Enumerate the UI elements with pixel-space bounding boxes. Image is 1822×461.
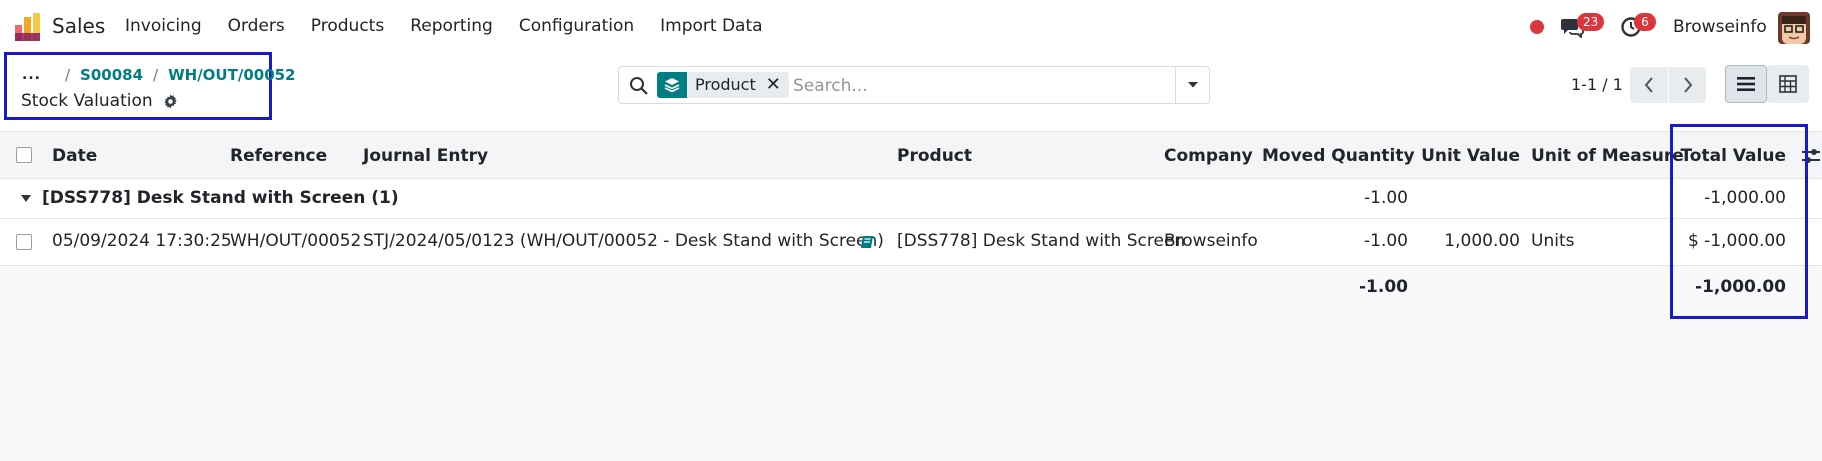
row-checkbox[interactable] <box>16 234 32 250</box>
messages-badge: 23 <box>1577 13 1605 31</box>
caret-down-icon <box>1187 82 1198 88</box>
footer-moved-quantity-total: -1.00 <box>1359 277 1408 297</box>
cell-uom: Units <box>1531 231 1575 251</box>
column-header-company[interactable]: Company <box>1164 146 1253 166</box>
layers-icon <box>657 72 687 98</box>
top-navbar: Sales Invoicing Orders Products Reportin… <box>0 0 1822 56</box>
list-view-button[interactable] <box>1725 65 1767 103</box>
breadcrumb: ... / S00084 / WH/OUT/00052 <box>22 66 296 84</box>
group-moved-quantity: -1.00 <box>1364 188 1408 208</box>
pager-value[interactable]: 1-1 / 1 <box>1571 75 1623 94</box>
activities-badge: 6 <box>1634 13 1656 31</box>
menu-configuration[interactable]: Configuration <box>519 16 634 36</box>
search-facet: Product ✕ <box>657 72 789 98</box>
menu-import-data[interactable]: Import Data <box>660 16 762 36</box>
search-input[interactable] <box>793 74 1173 98</box>
group-row[interactable]: [DSS778] Desk Stand with Screen (1) -1.0… <box>0 179 1822 219</box>
breadcrumb-separator: / <box>153 66 159 84</box>
avatar[interactable] <box>1778 12 1810 44</box>
cell-moved-quantity: -1.00 <box>1364 231 1408 251</box>
column-header-uom[interactable]: Unit of Measure <box>1531 146 1684 166</box>
main-menu: Invoicing Orders Products Reporting Conf… <box>125 16 789 36</box>
cell-company: Browseinfo <box>1164 231 1258 251</box>
search-facet-label-container: Product ✕ <box>687 72 789 98</box>
user-name[interactable]: Browseinfo <box>1673 17 1767 37</box>
column-header-journal-entry[interactable]: Journal Entry <box>363 146 488 166</box>
gear-icon[interactable] <box>163 93 178 109</box>
breadcrumb-separator: / <box>64 66 71 84</box>
menu-reporting[interactable]: Reporting <box>410 16 493 36</box>
cell-date: 05/09/2024 17:30:25 <box>52 231 232 251</box>
pivot-table-icon <box>1779 75 1797 93</box>
pager-next-button[interactable] <box>1668 67 1706 103</box>
cell-product: [DSS778] Desk Stand with Screen <box>897 231 1186 251</box>
search-bar: Product ✕ <box>618 66 1210 104</box>
column-header-reference[interactable]: Reference <box>230 146 327 166</box>
page-title: Stock Valuation <box>21 91 153 111</box>
total-value-highlight-box <box>1670 124 1808 319</box>
remove-facet-icon[interactable]: ✕ <box>766 72 781 98</box>
column-header-product[interactable]: Product <box>897 146 972 166</box>
cell-journal-entry: STJ/2024/05/0123 (WH/OUT/00052 - Desk St… <box>363 231 884 251</box>
select-all-checkbox[interactable] <box>16 147 32 163</box>
menu-products[interactable]: Products <box>311 16 384 36</box>
pivot-view-button[interactable] <box>1767 65 1809 103</box>
cell-unit-value: 1,000.00 <box>1444 231 1520 251</box>
table-footer: -1.00 -1,000.00 <box>0 266 1822 461</box>
cell-reference: WH/OUT/00052 <box>230 231 362 251</box>
group-label: [DSS778] Desk Stand with Screen (1) <box>42 188 399 208</box>
breadcrumb-sale-order[interactable]: S00084 <box>80 66 143 84</box>
chevron-left-icon <box>1644 77 1653 93</box>
caret-down-icon <box>21 195 31 202</box>
table-header: Date Reference Journal Entry Product Com… <box>0 131 1822 179</box>
list-icon <box>1737 77 1755 91</box>
column-header-moved-quantity[interactable]: Moved Quantity <box>1262 146 1415 166</box>
chevron-right-icon <box>1683 77 1692 93</box>
page-title-container: Stock Valuation <box>21 91 178 111</box>
status-dot-icon[interactable] <box>1530 20 1544 34</box>
search-facet-label: Product <box>695 75 756 94</box>
search-icon[interactable] <box>629 76 649 96</box>
breadcrumb-delivery[interactable]: WH/OUT/00052 <box>168 66 295 84</box>
sales-app-icon[interactable] <box>13 13 43 41</box>
search-options-toggle[interactable] <box>1175 67 1209 103</box>
menu-orders[interactable]: Orders <box>228 16 285 36</box>
breadcrumb-more-button[interactable]: ... <box>22 67 41 83</box>
pager-previous-button[interactable] <box>1630 67 1668 103</box>
menu-invoicing[interactable]: Invoicing <box>125 16 202 36</box>
table-row[interactable]: 05/09/2024 17:30:25 WH/OUT/00052 STJ/202… <box>0 219 1822 266</box>
open-journal-entry-book-icon[interactable] <box>859 234 875 250</box>
column-header-date[interactable]: Date <box>52 146 97 166</box>
app-name[interactable]: Sales <box>52 14 105 38</box>
column-header-unit-value[interactable]: Unit Value <box>1420 146 1520 166</box>
